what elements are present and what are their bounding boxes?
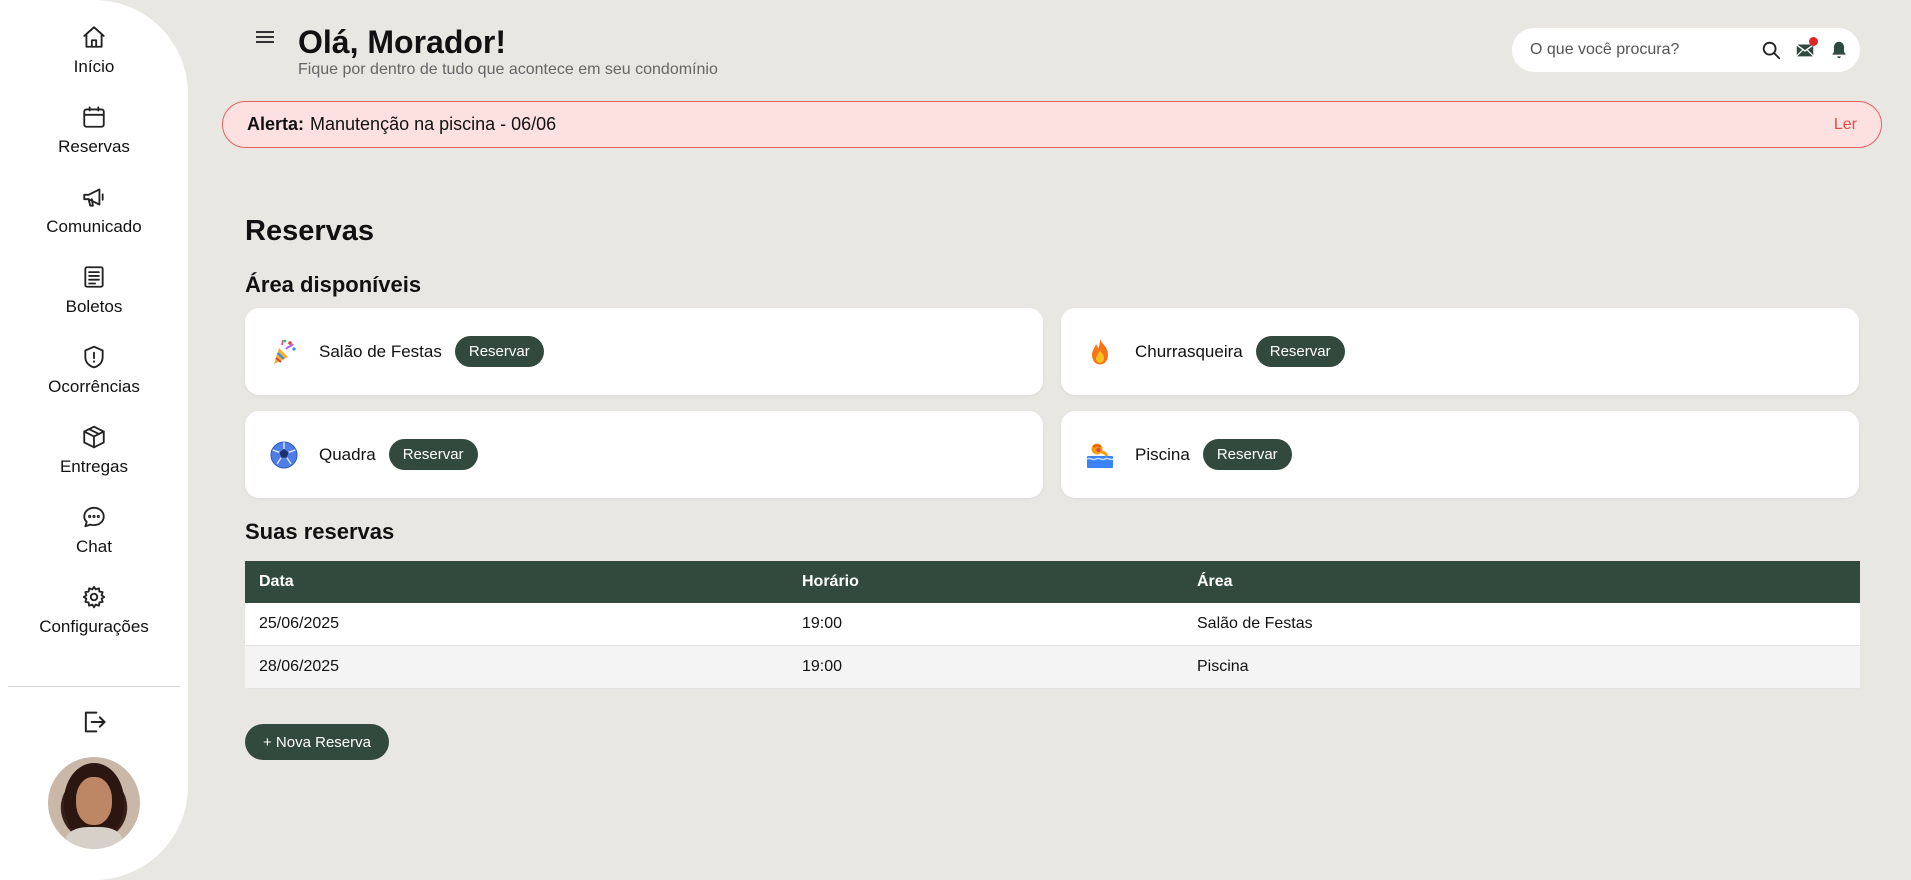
alert-prefix: Alerta: (247, 114, 305, 134)
shield-alert-icon (79, 342, 109, 372)
party-popper-icon (267, 335, 301, 369)
column-header-area: Área (1197, 573, 1233, 590)
sidebar: Início Reservas Comunicado Boletos Ocorr… (0, 0, 188, 880)
calendar-icon (79, 102, 109, 132)
soccer-ball-icon (267, 438, 301, 472)
area-card-churrasqueira: Churrasqueira Reservar (1061, 308, 1859, 395)
alert-banner: Alerta: Manutenção na piscina - 06/06 Le… (222, 101, 1882, 148)
cell-time: 19:00 (802, 658, 843, 675)
area-card-piscina: Piscina Reservar (1061, 411, 1859, 498)
sidebar-item-label: Entregas (59, 457, 129, 476)
page-subtitle: Fique por dentro de tudo que acontece em… (298, 61, 718, 78)
cell-area: Salão de Festas (1197, 615, 1313, 632)
area-card-salao: Salão de Festas Reservar (245, 308, 1043, 395)
sidebar-item-label: Chat (76, 537, 112, 556)
alert-message: Manutenção na piscina - 06/06 (310, 114, 557, 134)
alert-read-link[interactable]: Ler (1834, 116, 1857, 134)
reserve-button[interactable]: Reservar (1202, 439, 1292, 470)
mail-icon[interactable] (1792, 37, 1818, 63)
table-row[interactable]: 28/06/2025 19:00 Piscina (245, 646, 1860, 689)
reserve-button[interactable]: Reservar (388, 439, 478, 470)
avatar[interactable] (48, 757, 140, 849)
reserve-button[interactable]: Reservar (1255, 336, 1345, 367)
search-icon[interactable] (1758, 37, 1784, 63)
notification-dot (1809, 37, 1818, 46)
area-name: Piscina (1135, 444, 1190, 464)
sidebar-item-label: Configurações (39, 617, 149, 636)
sidebar-item-label: Ocorrências (48, 377, 140, 396)
table-row[interactable]: 25/06/2025 19:00 Salão de Festas (245, 603, 1860, 646)
sidebar-item-inicio[interactable]: Início (4, 22, 184, 102)
sidebar-item-ocorrencias[interactable]: Ocorrências (4, 342, 184, 422)
chat-icon (79, 502, 109, 532)
sidebar-item-boletos[interactable]: Boletos (4, 262, 184, 342)
pool-icon (1083, 438, 1117, 472)
cell-time: 19:00 (802, 615, 843, 632)
area-name: Salão de Festas (319, 341, 442, 361)
areas-title: Área disponíveis (245, 272, 422, 297)
home-icon (79, 22, 109, 52)
column-header-horario: Horário (802, 573, 859, 590)
logout-button[interactable] (77, 705, 111, 739)
sidebar-item-label: Comunicado (46, 217, 142, 236)
cell-date: 28/06/2025 (259, 658, 340, 675)
area-name: Churrasqueira (1135, 341, 1243, 361)
sidebar-item-reservas[interactable]: Reservas (4, 102, 184, 182)
cell-area: Piscina (1197, 658, 1249, 675)
logout-icon (84, 711, 106, 733)
cell-date: 25/06/2025 (259, 615, 340, 632)
menu-icon[interactable] (256, 28, 278, 50)
page-title: Reservas (245, 215, 374, 247)
sidebar-item-label: Reservas (58, 137, 130, 156)
reservations-title: Suas reservas (245, 519, 395, 544)
sidebar-item-entregas[interactable]: Entregas (4, 422, 184, 502)
package-icon (79, 422, 109, 452)
area-name: Quadra (319, 444, 376, 464)
sidebar-item-configuracoes[interactable]: Configurações (4, 582, 184, 662)
column-header-data: Data (259, 573, 294, 590)
search-bar (1512, 28, 1860, 72)
sidebar-item-label: Início (73, 57, 115, 76)
area-card-quadra: Quadra Reservar (245, 411, 1043, 498)
table-header: Data Horário Área (245, 561, 1860, 603)
sidebar-divider (8, 686, 180, 687)
new-reservation-button[interactable]: + Nova Reserva (245, 724, 389, 760)
megaphone-icon (79, 182, 109, 212)
reserve-button[interactable]: Reservar (454, 336, 544, 367)
bell-icon[interactable] (1826, 37, 1852, 63)
invoice-icon (79, 262, 109, 292)
sidebar-item-comunicado[interactable]: Comunicado (4, 182, 184, 262)
fire-icon (1083, 335, 1117, 369)
sidebar-item-label: Boletos (65, 297, 123, 316)
gear-icon (79, 582, 109, 612)
search-input[interactable] (1530, 41, 1750, 59)
page-greeting: Olá, Morador! (298, 24, 507, 60)
sidebar-item-chat[interactable]: Chat (4, 502, 184, 582)
reservations-table: Data Horário Área 25/06/2025 19:00 Salão… (245, 561, 1860, 689)
